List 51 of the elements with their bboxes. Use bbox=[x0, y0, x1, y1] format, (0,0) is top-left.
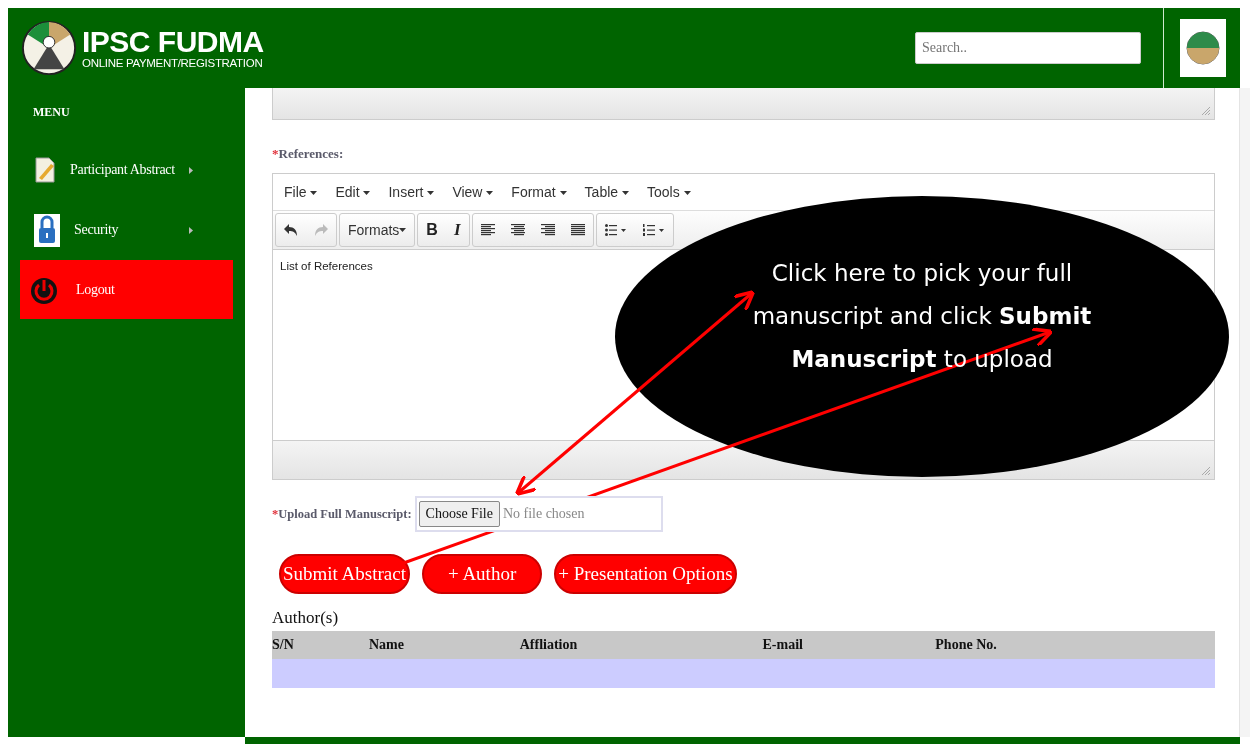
university-logo-icon bbox=[20, 19, 78, 77]
file-input[interactable]: Choose File No file chosen bbox=[414, 496, 663, 532]
column-header: S/N bbox=[272, 637, 295, 653]
choose-file-button[interactable]: Choose File bbox=[418, 501, 500, 527]
column-header: Affliation bbox=[519, 637, 579, 653]
sidebar-item[interactable]: Security bbox=[8, 200, 219, 260]
caret-down-icon bbox=[399, 228, 407, 232]
action-button[interactable]: + Presentation Options bbox=[554, 554, 737, 594]
align-justify-icon bbox=[570, 224, 585, 236]
action-button[interactable]: + Author bbox=[422, 554, 543, 594]
italic-button[interactable]: I bbox=[445, 214, 469, 246]
bullet-list-icon bbox=[604, 224, 627, 236]
action-button[interactable]: Submit Abstract bbox=[279, 554, 410, 594]
document-pencil-icon bbox=[34, 156, 56, 184]
resize-grip-icon[interactable] bbox=[1202, 107, 1210, 115]
file-status-text: No file chosen bbox=[502, 506, 585, 522]
field-label: *References: bbox=[272, 146, 345, 162]
site-subtitle: ONLINE PAYMENT/REGISTRATION bbox=[82, 57, 264, 69]
sidebar-item[interactable]: Participant Abstract bbox=[8, 140, 219, 200]
caret-down-icon bbox=[559, 191, 567, 196]
redo-icon bbox=[314, 224, 328, 236]
field-label: *Upload Full Manuscript: bbox=[272, 506, 412, 522]
align-left-icon bbox=[480, 224, 495, 236]
editor-menu-item[interactable]: Tools bbox=[646, 184, 691, 200]
align-right-icon bbox=[540, 224, 555, 236]
editor-menu-item[interactable]: File bbox=[284, 184, 318, 200]
column-header: Phone No. bbox=[935, 637, 998, 653]
undo-icon bbox=[284, 224, 298, 236]
bold-button[interactable]: B bbox=[418, 214, 446, 246]
caret-down-icon bbox=[486, 191, 494, 196]
search-field[interactable]: Search.. bbox=[915, 32, 1141, 64]
column-header: E-mail bbox=[762, 637, 804, 653]
caret-down-icon bbox=[427, 191, 435, 196]
column-header: Name bbox=[368, 637, 405, 653]
align-center-icon bbox=[510, 224, 525, 236]
editor-menu-item[interactable]: Format bbox=[511, 184, 567, 200]
editor-menu-item[interactable]: Table bbox=[584, 184, 629, 200]
menu-heading: MENU bbox=[32, 104, 71, 121]
resize-grip-icon[interactable] bbox=[1202, 467, 1210, 475]
editor-menu-item[interactable]: Insert bbox=[388, 184, 435, 200]
site-title: IPSC FUDMA bbox=[82, 27, 264, 57]
editor-menu-item[interactable]: View bbox=[452, 184, 494, 200]
lock-icon bbox=[34, 213, 60, 247]
sidebar-item[interactable]: Logout bbox=[20, 260, 233, 319]
seal-icon[interactable] bbox=[1180, 19, 1226, 77]
caret-down-icon bbox=[310, 191, 318, 196]
table-title: Author(s) bbox=[272, 608, 340, 628]
formats-dropdown[interactable]: Formats bbox=[340, 214, 415, 246]
numbered-list-icon bbox=[642, 224, 665, 236]
editor-menu-item[interactable]: Edit bbox=[335, 184, 371, 200]
caret-down-icon bbox=[363, 191, 371, 196]
